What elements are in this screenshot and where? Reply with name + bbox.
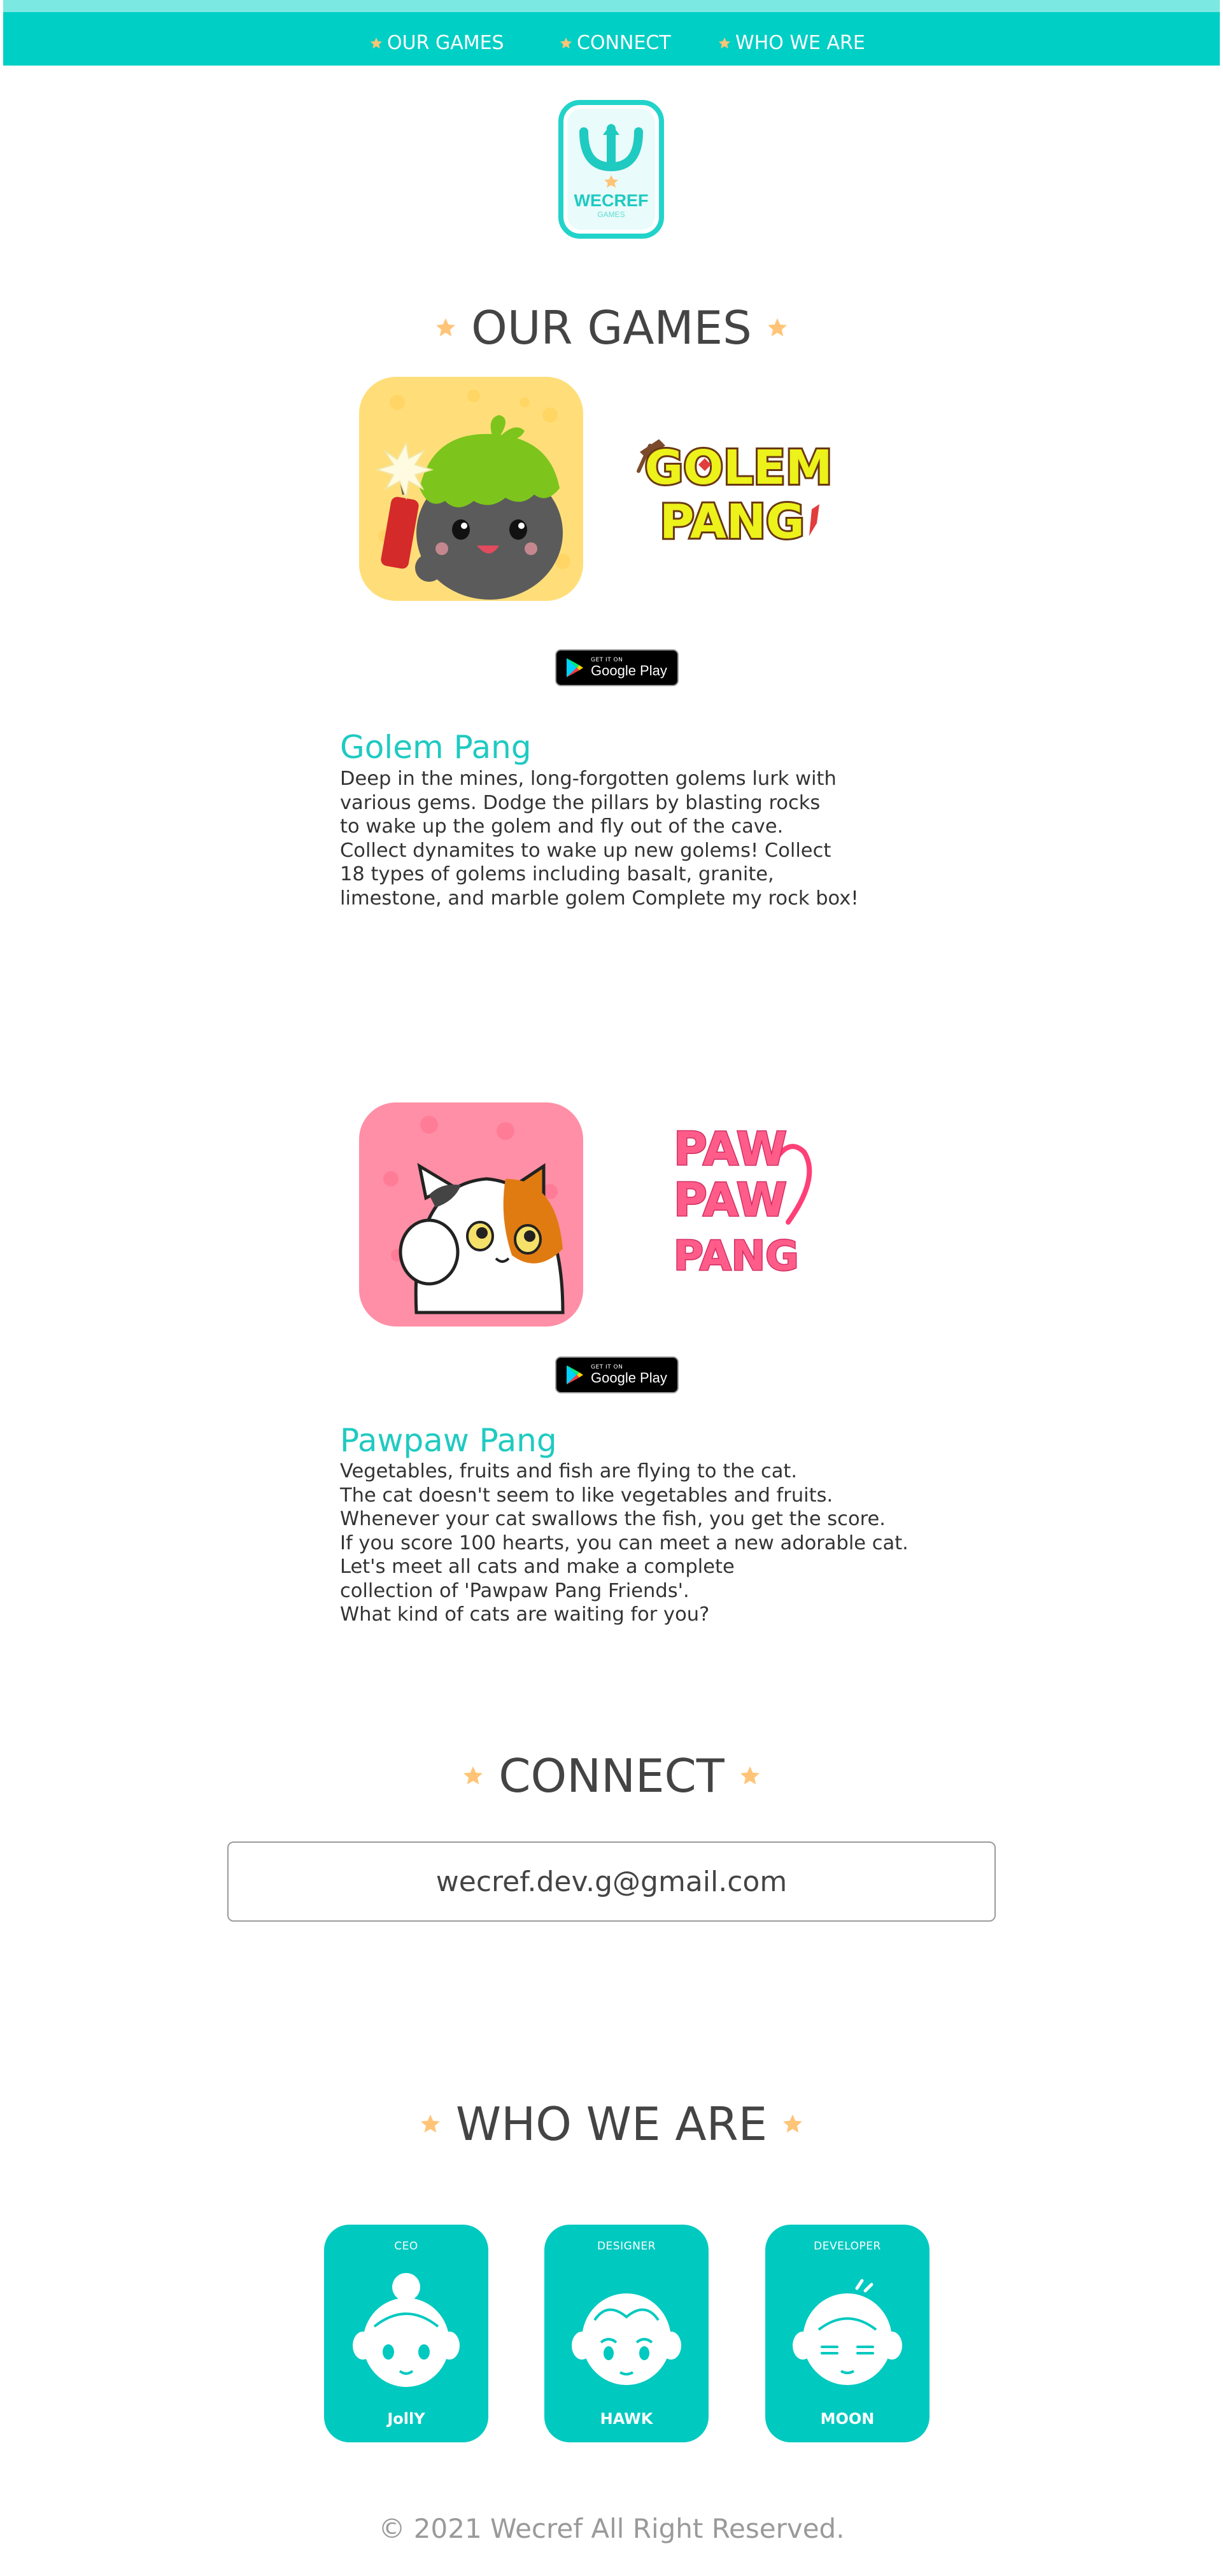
star-icon — [560, 37, 572, 48]
star-icon — [436, 318, 456, 337]
team-role: DEVELOPER — [814, 2240, 881, 2253]
game-title: Pawpaw Pang — [340, 1422, 557, 1459]
google-play-icon — [567, 658, 583, 677]
google-play-badge[interactable]: GET IT ON Google Play — [555, 649, 679, 686]
star-icon — [463, 1766, 483, 1785]
moon-avatar-icon — [793, 2279, 902, 2385]
cat-character-icon — [383, 1116, 565, 1314]
section-title: WHO WE ARE — [455, 2097, 768, 2151]
section-title: CONNECT — [498, 1749, 725, 1803]
title-art-line: GOLEM — [645, 440, 831, 495]
star-icon — [767, 318, 787, 337]
star-icon — [783, 2115, 803, 2133]
nav-item-who-we-are[interactable]: WHO WE ARE — [718, 32, 865, 54]
nav-label: OUR GAMES — [387, 32, 504, 54]
team-card-developer: DEVELOPER MOON — [765, 2225, 930, 2442]
star-icon — [420, 2115, 440, 2133]
team-name: HAWK — [600, 2410, 653, 2428]
nav-label: CONNECT — [577, 32, 671, 54]
nav-item-our-games[interactable]: OUR GAMES — [369, 32, 504, 54]
section-heading-who-we-are: WHO WE ARE — [0, 2092, 1223, 2156]
star-icon — [718, 37, 731, 48]
golem-character-icon — [374, 390, 570, 600]
section-title: OUR GAMES — [471, 301, 752, 355]
section-heading-connect: CONNECT — [0, 1744, 1223, 1808]
nav-top-strip — [3, 0, 1220, 12]
section-heading-our-games: OUR GAMES — [0, 296, 1223, 360]
title-art-line: PANG — [660, 495, 804, 549]
pawpaw-pang-app-icon[interactable] — [359, 1102, 583, 1327]
wecref-logo: WECREF GAMES — [558, 100, 664, 239]
logo-brand-text: WECREF — [574, 191, 649, 210]
nav-label: WHO WE ARE — [735, 32, 865, 54]
title-art-line: PAW — [674, 1173, 787, 1227]
title-art-line: PANG — [674, 1233, 799, 1280]
badge-big-text: Google Play — [591, 1370, 667, 1386]
title-art-line: PAW — [674, 1122, 787, 1176]
team-role: CEO — [394, 2240, 418, 2253]
logo-sub-text: GAMES — [597, 210, 625, 219]
google-play-badge[interactable]: GET IT ON Google Play — [555, 1356, 679, 1393]
jolly-avatar-icon — [353, 2273, 460, 2387]
star-icon — [740, 1766, 760, 1785]
team-role: DESIGNER — [597, 2240, 656, 2253]
star-icon — [370, 37, 383, 48]
footer-copyright: © 2021 Wecref All Right Reserved. — [378, 2513, 845, 2544]
email-contact-box[interactable]: wecref.dev.g@gmail.com — [227, 1841, 996, 1922]
team-name: MOON — [820, 2410, 875, 2428]
team-card-ceo: CEO JollY — [324, 2225, 488, 2442]
golem-pang-app-icon[interactable] — [359, 377, 583, 601]
hawk-avatar-icon — [572, 2293, 681, 2385]
game-title: Golem Pang — [340, 729, 532, 766]
top-nav: OUR GAMES CONNECT WHO WE ARE — [3, 0, 1220, 66]
pawpaw-pang-title-logo: PAW PAW PANG — [673, 1122, 812, 1281]
team-name: JollY — [387, 2410, 425, 2428]
golem-pang-title-logo: GOLEM PANG — [637, 439, 831, 551]
team-card-designer: DESIGNER HAWK — [544, 2225, 709, 2442]
nav-item-connect[interactable]: CONNECT — [559, 32, 671, 54]
game-description: Vegetables, fruits and fish are flying t… — [340, 1460, 908, 1626]
google-play-icon — [567, 1365, 583, 1384]
badge-big-text: Google Play — [591, 663, 667, 679]
game-description: Deep in the mines, long-forgotten golems… — [340, 768, 859, 910]
